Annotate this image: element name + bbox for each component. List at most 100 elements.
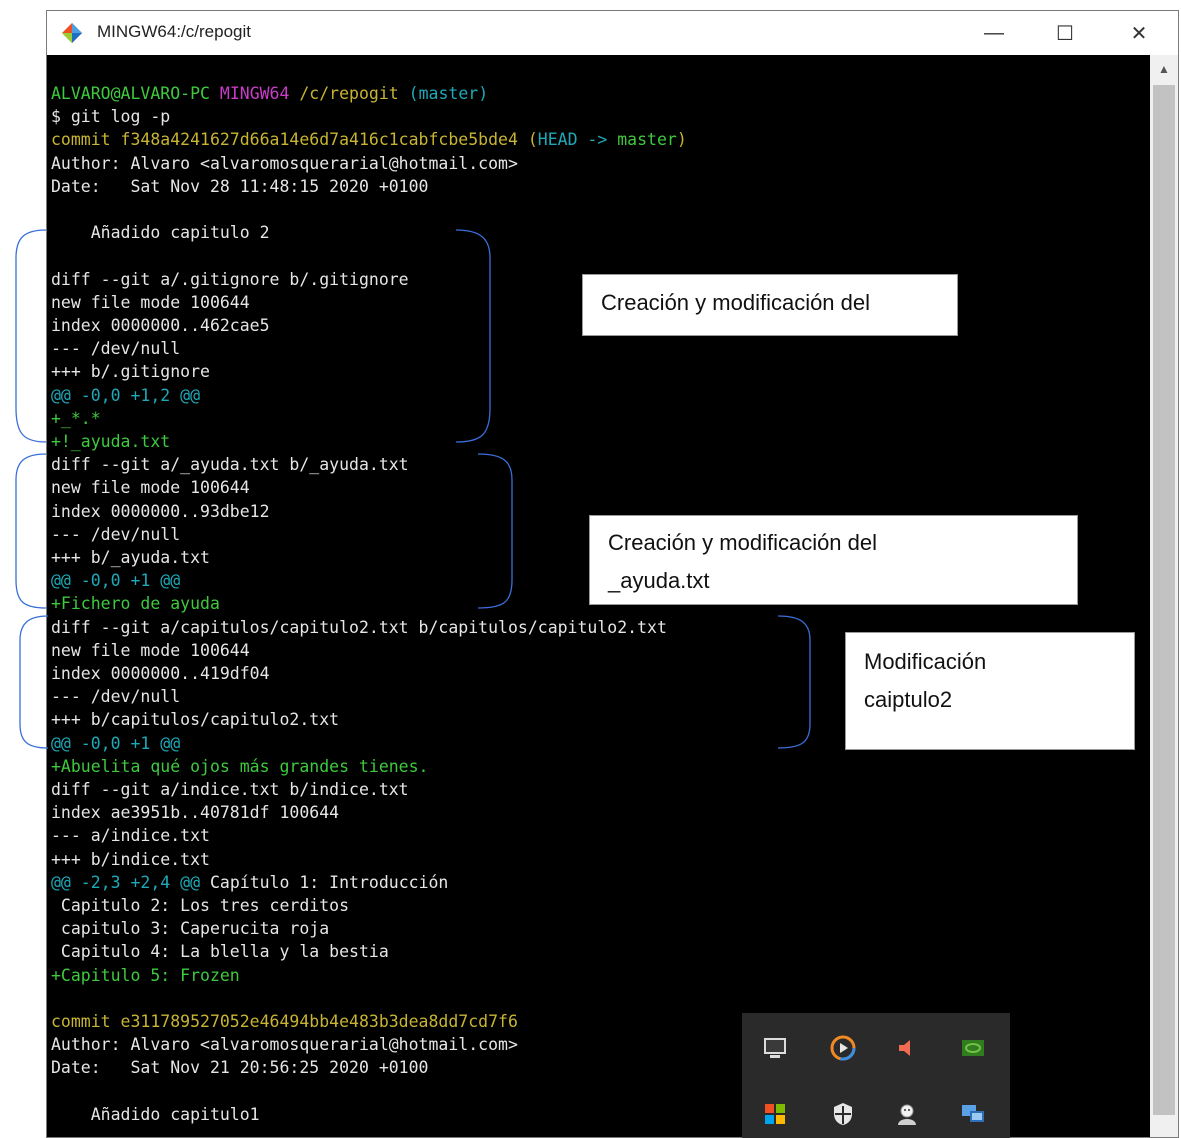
terminal-line: +++ b/_ayuda.txt: [51, 546, 210, 569]
terminal-line: +Abuelita qué ojos más grandes tienes.: [51, 755, 429, 778]
annotation-text: caiptulo2: [864, 687, 953, 712]
terminal-text: diff --git a/capitulos/capitulo2.txt b/c…: [51, 617, 667, 637]
terminal-line: Date: Sat Nov 21 20:56:25 2020 +0100: [51, 1056, 429, 1079]
right-brace-1: [455, 229, 491, 443]
terminal-text: diff --git a/indice.txt b/indice.txt: [51, 780, 409, 799]
terminal-text: index 0000000..419df04: [51, 664, 270, 683]
terminal-line: --- /dev/null: [51, 337, 180, 360]
terminal-text: $ git log -p: [51, 107, 171, 127]
terminal-line: Capitulo 2: Los tres cerditos: [51, 894, 349, 917]
terminal-line: diff --git a/indice.txt b/indice.txt: [51, 778, 409, 801]
terminal-text: index 0000000..462cae5: [51, 316, 270, 335]
terminal-line: +Fichero de ayuda: [51, 592, 220, 615]
terminal-line: Author: Alvaro <alvaromosquerarial@hotma…: [51, 1033, 518, 1056]
terminal-line: $ git log -p: [51, 105, 170, 128]
terminal-line: diff --git a/capitulos/capitulo2.txt b/c…: [51, 616, 667, 639]
terminal-text: Añadido capitulo1: [51, 1104, 260, 1124]
terminal-text: HEAD ->: [537, 130, 618, 150]
terminal-text: Author: Alvaro <alvaromosquerarial@hotma…: [51, 1035, 518, 1055]
terminal-text: (master): [408, 84, 489, 103]
terminal-text: @@ -0,0 +1,2 @@: [51, 385, 201, 405]
terminal-text: new file mode 100644: [51, 640, 250, 660]
terminal-text: commit e311789527052e46494bb4e483b3dea8d…: [51, 1012, 518, 1031]
terminal-text: --- a/indice.txt: [51, 826, 210, 846]
terminal-line: +++ b/capitulos/capitulo2.txt: [51, 708, 339, 731]
terminal-line: +++ b/indice.txt: [51, 848, 210, 871]
terminal-line: new file mode 100644: [51, 639, 250, 662]
annotation-box: Creación y modificación del _ayuda.txt: [589, 515, 1078, 605]
terminal-line: Date: Sat Nov 28 11:48:15 2020 +0100: [51, 175, 429, 198]
terminal-text: diff --git a/_ayuda.txt b/_ayuda.txt: [51, 455, 409, 475]
scroll-thumb[interactable]: [1153, 85, 1175, 1115]
terminal-text: --- /dev/null: [51, 687, 181, 707]
close-icon: ✕: [1130, 22, 1148, 45]
terminal-text: --- /dev/null: [51, 524, 181, 544]
maximize-button[interactable]: ☐: [1035, 11, 1095, 55]
annotation-text: Modificación: [864, 649, 987, 674]
terminal-text: capitulo 3: Caperucita roja: [51, 919, 330, 939]
terminal-line: index ae3951b..40781df 100644: [51, 801, 339, 824]
terminal-text: Author: Alvaro <alvaromosquerarial@hotma…: [51, 153, 518, 173]
terminal-text: +Abuelita qué ojos más grandes tienes.: [51, 756, 429, 776]
terminal-line: --- a/indice.txt: [51, 824, 210, 847]
git-bash-icon: [62, 23, 82, 43]
terminal-line: @@ -0,0 +1 @@: [51, 569, 180, 592]
network-icon[interactable]: [958, 1099, 988, 1129]
close-button[interactable]: ✕: [1109, 11, 1169, 55]
vertical-scrollbar[interactable]: ▲: [1150, 55, 1178, 1137]
left-brace-2: [15, 453, 47, 609]
terminal-line: --- /dev/null: [51, 685, 180, 708]
terminal-text: index ae3951b..40781df 100644: [51, 803, 340, 823]
annotation-box: Creación y modificación del: [582, 274, 958, 336]
windows-update-icon[interactable]: [760, 1099, 790, 1129]
terminal-line: +_*.*: [51, 407, 101, 430]
app-avatar-icon[interactable]: [892, 1099, 922, 1129]
terminal-text: +++ b/indice.txt: [51, 849, 210, 869]
terminal-line: ALVARO@ALVARO-PC MINGW64 /c/repogit (mas…: [51, 82, 488, 105]
terminal-line: diff --git a/_ayuda.txt b/_ayuda.txt: [51, 453, 409, 476]
terminal-text: Date: Sat Nov 28 11:48:15 2020 +0100: [51, 176, 429, 196]
terminal-text: +!_ayuda.txt: [51, 432, 171, 451]
maximize-icon: ☐: [1056, 22, 1074, 45]
terminal-text: new file mode 100644: [51, 292, 250, 312]
nvidia-icon[interactable]: [958, 1033, 988, 1063]
minimize-button[interactable]: —: [964, 11, 1024, 55]
terminal-line: +++ b/.gitignore: [51, 360, 210, 383]
speaker-muted-icon[interactable]: [892, 1033, 922, 1063]
terminal-line: capitulo 3: Caperucita roja: [51, 917, 329, 940]
annotation-box: Modificación caiptulo2: [845, 632, 1135, 750]
system-tray-popup: [742, 1013, 1010, 1138]
monitor-icon[interactable]: [760, 1033, 790, 1063]
terminal-text: master: [617, 130, 677, 150]
terminal-text: commit f348a4241627d66a14e6d7a416c1cabfc…: [51, 130, 528, 150]
title-bar: MINGW64:/c/repogit — ☐ ✕: [47, 11, 1178, 55]
right-brace-2: [477, 453, 513, 609]
terminal-line: @@ -0,0 +1,2 @@: [51, 384, 200, 407]
terminal-text: ALVARO@ALVARO-PC: [51, 84, 220, 103]
terminal-text: +++ b/_ayuda.txt: [51, 548, 210, 567]
window-title: MINGW64:/c/repogit: [97, 22, 251, 41]
terminal-text: diff --git a/.gitignore b/.gitignore: [51, 269, 409, 289]
terminal-text: /c/repogit: [299, 84, 409, 103]
terminal-line: +!_ayuda.txt: [51, 430, 170, 453]
scroll-up-arrow-icon[interactable]: ▲: [1150, 55, 1178, 83]
terminal-text: +++ b/.gitignore: [51, 362, 210, 382]
terminal-line: +Capitulo 5: Frozen: [51, 964, 240, 987]
terminal-text: (: [527, 130, 538, 150]
terminal-text: Capitulo 2: Los tres cerditos: [51, 896, 350, 915]
security-shield-icon[interactable]: [828, 1099, 858, 1129]
terminal-line: commit f348a4241627d66a14e6d7a416c1cabfc…: [51, 128, 687, 151]
terminal-text: +Fichero de ayuda: [51, 594, 220, 614]
terminal-line: commit e311789527052e46494bb4e483b3dea8d…: [51, 1010, 518, 1033]
terminal-line: @@ -0,0 +1 @@: [51, 732, 180, 755]
media-player-icon[interactable]: [828, 1033, 858, 1063]
terminal-line: new file mode 100644: [51, 476, 250, 499]
left-brace-3: [19, 615, 49, 749]
annotation-text: _ayuda.txt: [608, 568, 710, 593]
terminal-text: @@ -2,3 +2,4 @@: [51, 872, 210, 892]
terminal-line: diff --git a/.gitignore b/.gitignore: [51, 268, 409, 291]
right-brace-3: [777, 615, 811, 749]
terminal-text: new file mode 100644: [51, 478, 250, 498]
minimize-icon: —: [984, 21, 1004, 44]
terminal-text: index 0000000..93dbe12: [51, 501, 270, 521]
